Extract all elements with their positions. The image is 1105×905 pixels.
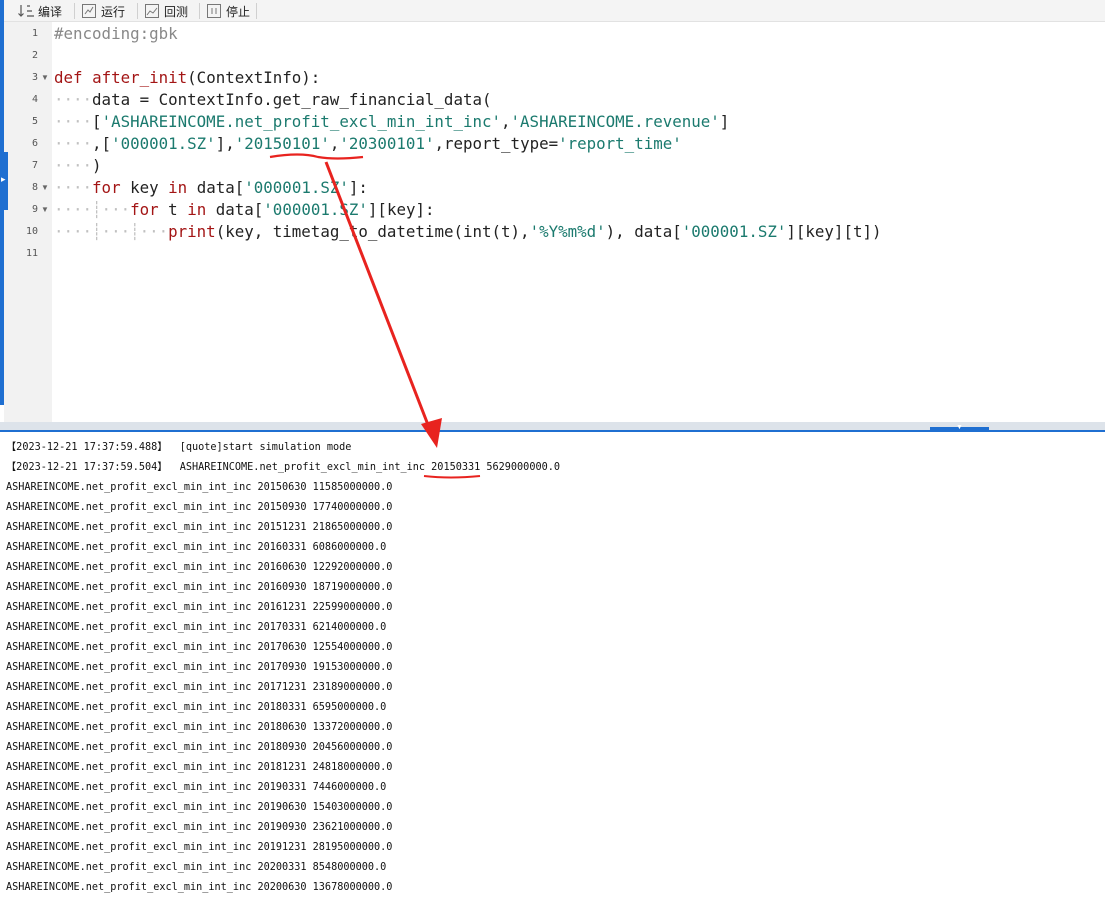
console-line: ASHAREINCOME.net_profit_excl_min_int_inc… (6, 762, 393, 773)
console-line: ASHAREINCOME.net_profit_excl_min_int_inc… (6, 662, 393, 673)
code-line: def after_init(ContextInfo): (54, 68, 321, 87)
stop-button[interactable]: 停止 (207, 1, 250, 21)
line-number: 2 (31, 50, 38, 61)
line-number-gutter: 1 2 3 4 5 6 7 8 9 10 11 ▼ ▼ ▼ (4, 22, 52, 422)
console-line: ASHAREINCOME.net_profit_excl_min_int_inc… (6, 842, 393, 853)
fold-toggle-icon[interactable]: ▼ (41, 205, 49, 214)
chevron-down-icon: ▼ (956, 424, 963, 431)
sort-icon (18, 5, 34, 17)
line-number: 4 (31, 94, 38, 105)
compile-button[interactable]: 编译 (18, 1, 62, 21)
line-number: 8 (31, 182, 38, 193)
fold-toggle-icon[interactable]: ▼ (41, 73, 49, 82)
code-line: ····for key in data['000001.SZ']: (54, 178, 368, 197)
console-line: ASHAREINCOME.net_profit_excl_min_int_inc… (6, 642, 393, 653)
line-number: 10 (25, 226, 38, 237)
compile-label: 编译 (38, 4, 63, 19)
code-line: ····┊···for t in data['000001.SZ'][key]: (54, 200, 435, 219)
output-console[interactable]: 【2023-12-21 17:37:59.488】 [quote]start s… (0, 432, 1105, 905)
code-line: ····) (54, 156, 102, 175)
stop-icon (207, 4, 221, 18)
fold-toggle-icon[interactable]: ▼ (41, 183, 49, 192)
line-number: 6 (31, 138, 38, 149)
stop-label: 停止 (226, 4, 251, 19)
line-number: 11 (25, 248, 38, 259)
line-number: 9 (31, 204, 38, 215)
console-line: ASHAREINCOME.net_profit_excl_min_int_inc… (6, 722, 393, 733)
console-line: ASHAREINCOME.net_profit_excl_min_int_inc… (6, 542, 387, 553)
line-number: 3 (31, 72, 38, 83)
code-line: ····,['000001.SZ'],'20150101','20300101'… (54, 134, 682, 153)
console-line: 【2023-12-21 17:37:59.504】 ASHAREINCOME.n… (6, 462, 560, 473)
backtest-label: 回测 (164, 4, 189, 19)
backtest-button[interactable]: 回测 (145, 1, 188, 21)
code-line: #encoding:gbk (54, 24, 178, 43)
line-number: 5 (31, 116, 38, 127)
run-icon (82, 4, 96, 18)
start-date-string: '20150101' (234, 134, 330, 153)
chart-icon (145, 4, 159, 18)
chevron-right-icon: ▸ (1, 174, 6, 184)
console-line: ASHAREINCOME.net_profit_excl_min_int_inc… (6, 862, 387, 873)
line-number: 7 (31, 160, 38, 171)
run-label: 运行 (101, 4, 126, 19)
console-line: ASHAREINCOME.net_profit_excl_min_int_inc… (6, 482, 393, 493)
code-editor[interactable]: 1 2 3 4 5 6 7 8 9 10 11 ▼ ▼ ▼ #encoding:… (0, 22, 1105, 422)
code-line: ····┊···┊···print(key, timetag_to_dateti… (54, 222, 882, 241)
console-line: ASHAREINCOME.net_profit_excl_min_int_inc… (6, 522, 393, 533)
console-line: ASHAREINCOME.net_profit_excl_min_int_inc… (6, 502, 393, 513)
console-line: ASHAREINCOME.net_profit_excl_min_int_inc… (6, 702, 387, 713)
toolbar: 编译 运行 回测 停止 (0, 0, 1105, 22)
console-line: ASHAREINCOME.net_profit_excl_min_int_inc… (6, 602, 393, 613)
console-line: ASHAREINCOME.net_profit_excl_min_int_inc… (6, 742, 393, 753)
code-line: ····data = ContextInfo.get_raw_financial… (54, 90, 492, 109)
line-number: 1 (31, 28, 38, 39)
console-line: ASHAREINCOME.net_profit_excl_min_int_inc… (6, 622, 387, 633)
console-line: ASHAREINCOME.net_profit_excl_min_int_inc… (6, 562, 393, 573)
console-line: ASHAREINCOME.net_profit_excl_min_int_inc… (6, 682, 393, 693)
console-line: ASHAREINCOME.net_profit_excl_min_int_inc… (6, 882, 393, 893)
console-line: ASHAREINCOME.net_profit_excl_min_int_inc… (6, 582, 393, 593)
console-line: ASHAREINCOME.net_profit_excl_min_int_inc… (6, 802, 393, 813)
console-line: 【2023-12-21 17:37:59.488】 [quote]start s… (6, 442, 352, 453)
console-line: ASHAREINCOME.net_profit_excl_min_int_inc… (6, 822, 393, 833)
side-panel-toggle[interactable]: ▸ (0, 152, 8, 210)
run-button[interactable]: 运行 (82, 1, 125, 21)
console-line: ASHAREINCOME.net_profit_excl_min_int_inc… (6, 782, 387, 793)
code-line: ····['ASHAREINCOME.net_profit_excl_min_i… (54, 112, 730, 131)
